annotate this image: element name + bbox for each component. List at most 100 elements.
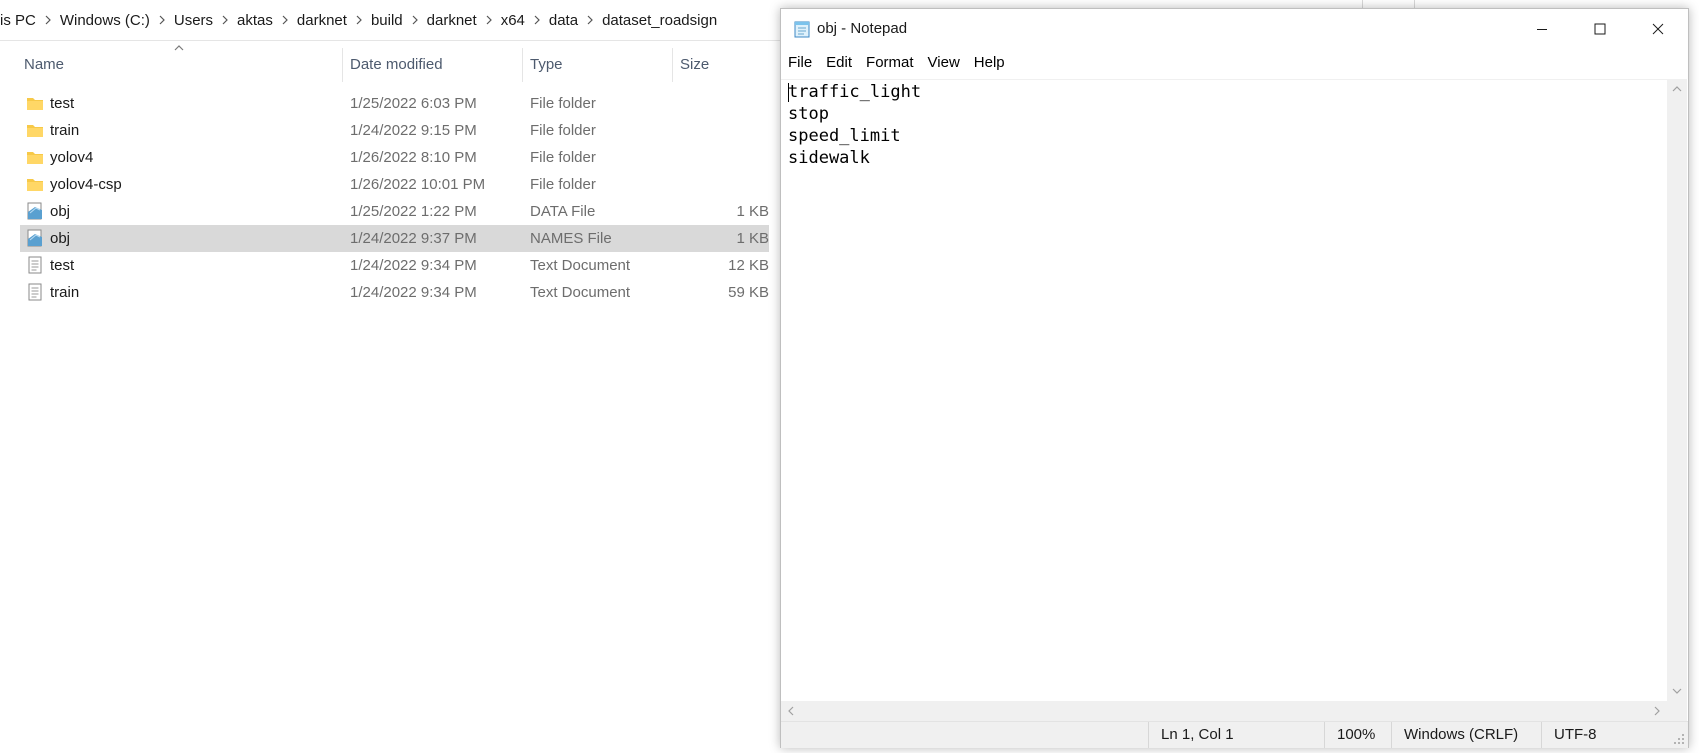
breadcrumb-item[interactable]: build bbox=[364, 12, 410, 29]
menu-edit[interactable]: Edit bbox=[819, 49, 859, 77]
breadcrumb: is PC Windows (C:) Users aktas darknet build d… bbox=[0, 0, 724, 40]
chevron-down-icon bbox=[1672, 688, 1682, 694]
breadcrumb-item[interactable]: aktas bbox=[230, 12, 280, 29]
column-header-name[interactable]: Name bbox=[17, 48, 343, 82]
file-row[interactable]: test 1/24/2022 9:34 PM Text Document 12 KB bbox=[20, 252, 769, 279]
notepad-app-icon bbox=[794, 21, 810, 38]
file-date-modified: 1/25/2022 6:03 PM bbox=[350, 95, 477, 112]
breadcrumb-item[interactable]: dataset_roadsign bbox=[595, 12, 724, 29]
file-row[interactable]: train 1/24/2022 9:34 PM Text Document 59 KB bbox=[20, 279, 769, 306]
file-date-modified: 1/26/2022 10:01 PM bbox=[350, 176, 486, 193]
breadcrumb-item[interactable]: is PC bbox=[0, 12, 43, 29]
file-date-modified: 1/26/2022 8:10 PM bbox=[350, 149, 477, 166]
menu-view[interactable]: View bbox=[921, 49, 967, 77]
file-name: test bbox=[50, 95, 75, 112]
file-type: File folder bbox=[530, 95, 596, 112]
file-name: train bbox=[50, 284, 80, 301]
data-file-icon bbox=[27, 202, 42, 220]
file-size: 12 KB bbox=[728, 257, 769, 274]
breadcrumb-separator-icon[interactable] bbox=[585, 14, 595, 26]
scroll-right-button[interactable] bbox=[1647, 701, 1667, 721]
file-size: 1 KB bbox=[736, 203, 769, 220]
breadcrumb-separator-icon[interactable] bbox=[410, 14, 420, 26]
menu-file[interactable]: File bbox=[781, 49, 819, 77]
breadcrumb-item[interactable]: data bbox=[542, 12, 585, 29]
file-row[interactable]: obj 1/25/2022 1:22 PM DATA File 1 KB bbox=[20, 198, 769, 225]
file-row[interactable]: yolov4-csp 1/26/2022 10:01 PM File folder bbox=[20, 171, 769, 198]
close-button[interactable] bbox=[1629, 9, 1687, 49]
line-endings: Windows (CRLF) bbox=[1391, 722, 1541, 748]
breadcrumb-item[interactable]: darknet bbox=[290, 12, 354, 29]
file-row[interactable]: train 1/24/2022 9:15 PM File folder bbox=[20, 117, 769, 144]
close-icon bbox=[1652, 23, 1664, 35]
file-name: obj bbox=[50, 230, 71, 247]
chevron-right-icon bbox=[1654, 706, 1660, 716]
scroll-down-button[interactable] bbox=[1667, 681, 1687, 701]
text-caret bbox=[788, 83, 789, 102]
menu-bar: File Edit Format View Help bbox=[781, 49, 1688, 77]
file-type: File folder bbox=[530, 122, 596, 139]
breadcrumb-item[interactable]: darknet bbox=[420, 12, 484, 29]
file-date-modified: 1/25/2022 1:22 PM bbox=[350, 203, 477, 220]
breadcrumb-item[interactable]: Windows (C:) bbox=[53, 12, 157, 29]
window-title: obj - Notepad bbox=[817, 20, 908, 37]
cursor-position: Ln 1, Col 1 bbox=[1148, 722, 1324, 748]
maximize-icon bbox=[1594, 23, 1606, 35]
column-header-type[interactable]: Type bbox=[523, 48, 673, 82]
file-name: yolov4 bbox=[50, 149, 94, 166]
breadcrumb-separator-icon[interactable] bbox=[220, 14, 230, 26]
menu-help[interactable]: Help bbox=[967, 49, 1012, 77]
scrollbar-corner bbox=[1667, 701, 1687, 721]
scroll-up-button[interactable] bbox=[1667, 79, 1687, 99]
horizontal-scrollbar[interactable] bbox=[781, 701, 1667, 721]
file-date-modified: 1/24/2022 9:15 PM bbox=[350, 122, 477, 139]
breadcrumb-separator-icon[interactable] bbox=[157, 14, 167, 26]
maximize-button[interactable] bbox=[1571, 9, 1629, 49]
file-name: train bbox=[50, 122, 80, 139]
vertical-scrollbar[interactable] bbox=[1667, 79, 1687, 701]
file-row[interactable]: test 1/25/2022 6:03 PM File folder bbox=[20, 90, 769, 117]
file-name: test bbox=[50, 257, 75, 274]
minimize-icon bbox=[1537, 29, 1547, 30]
zoom-level: 100% bbox=[1324, 722, 1391, 748]
file-type: File folder bbox=[530, 149, 596, 166]
menu-format[interactable]: Format bbox=[859, 49, 921, 77]
breadcrumb-separator-icon[interactable] bbox=[354, 14, 364, 26]
data-file-icon bbox=[27, 229, 42, 247]
file-type: DATA File bbox=[530, 203, 596, 220]
column-headers: Name Date modified Type Size bbox=[0, 48, 770, 84]
breadcrumb-separator-icon[interactable] bbox=[280, 14, 290, 26]
file-row[interactable]: obj 1/24/2022 9:37 PM NAMES File 1 KB bbox=[20, 225, 769, 252]
breadcrumb-separator-icon[interactable] bbox=[43, 14, 53, 26]
file-type: Text Document bbox=[530, 284, 631, 301]
folder-icon bbox=[27, 179, 43, 191]
status-bar: Ln 1, Col 1 100% Windows (CRLF) UTF-8 bbox=[781, 721, 1688, 748]
minimize-button[interactable] bbox=[1513, 9, 1571, 49]
column-header-size[interactable]: Size bbox=[673, 48, 769, 82]
chevron-up-icon bbox=[1672, 86, 1682, 92]
text-document-icon bbox=[28, 283, 42, 301]
scroll-left-button[interactable] bbox=[781, 701, 801, 721]
breadcrumb-item[interactable]: Users bbox=[167, 12, 220, 29]
breadcrumb-item[interactable]: x64 bbox=[494, 12, 532, 29]
file-type: File folder bbox=[530, 176, 596, 193]
resize-grip-icon[interactable] bbox=[1673, 733, 1685, 745]
breadcrumb-separator-icon[interactable] bbox=[484, 14, 494, 26]
file-row[interactable]: yolov4 1/26/2022 8:10 PM File folder bbox=[20, 144, 769, 171]
file-date-modified: 1/24/2022 9:34 PM bbox=[350, 284, 477, 301]
file-name: obj bbox=[50, 203, 71, 220]
file-size: 59 KB bbox=[728, 284, 769, 301]
breadcrumb-separator-icon[interactable] bbox=[532, 14, 542, 26]
file-type: Text Document bbox=[530, 257, 631, 274]
file-name: yolov4-csp bbox=[50, 176, 122, 193]
file-list: test 1/25/2022 6:03 PM File folder train 1/2… bbox=[20, 90, 769, 306]
title-bar[interactable]: obj - Notepad bbox=[781, 9, 1688, 49]
folder-icon bbox=[27, 152, 43, 164]
file-size: 1 KB bbox=[736, 230, 769, 247]
chevron-left-icon bbox=[788, 706, 794, 716]
encoding: UTF-8 bbox=[1541, 722, 1688, 748]
text-document-icon bbox=[28, 256, 42, 274]
text-editor[interactable]: traffic_light stop speed_limit sidewalk bbox=[781, 79, 1667, 702]
column-header-date-modified[interactable]: Date modified bbox=[343, 48, 523, 82]
editor-content[interactable]: traffic_light stop speed_limit sidewalk bbox=[788, 81, 921, 169]
